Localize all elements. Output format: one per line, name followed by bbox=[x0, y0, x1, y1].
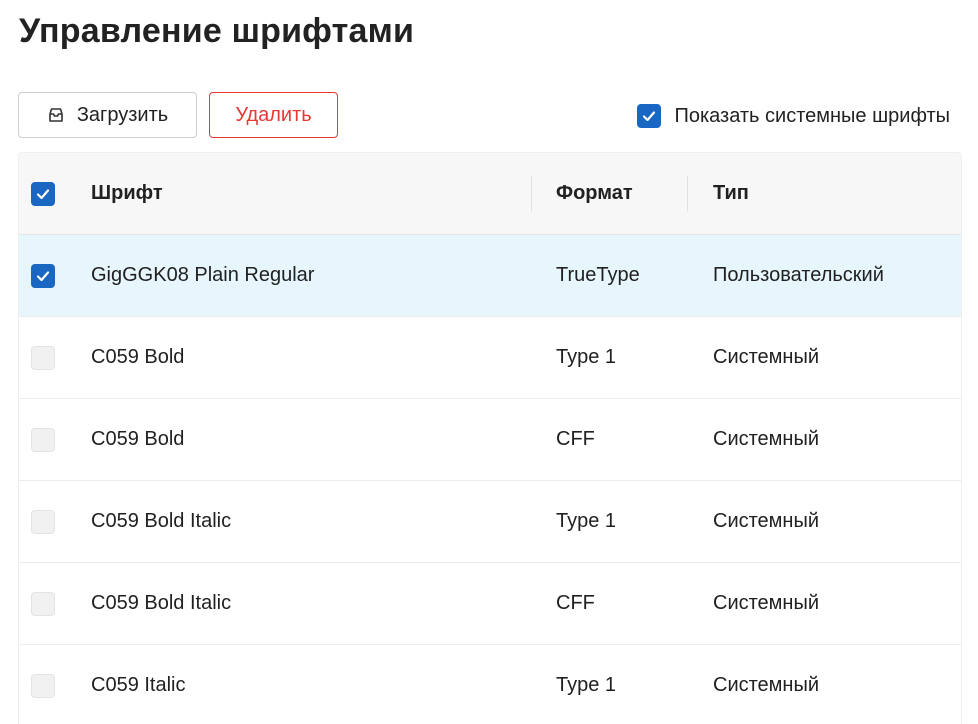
column-header-format[interactable]: Формат bbox=[556, 153, 686, 234]
column-divider[interactable] bbox=[687, 176, 688, 212]
table-header-row: Шрифт Формат Тип bbox=[19, 153, 961, 235]
table-row[interactable]: C059 Bold Italic Type 1 Системный bbox=[19, 481, 961, 563]
select-all-checkbox[interactable] bbox=[31, 181, 55, 206]
fonts-table: Шрифт Формат Тип GigGGK08 Plain Regular … bbox=[18, 152, 962, 724]
font-type-cell: Пользовательский bbox=[713, 264, 884, 286]
table-row[interactable]: C059 Bold Type 1 Системный bbox=[19, 317, 961, 399]
table-row[interactable]: GigGGK08 Plain Regular TrueType Пользова… bbox=[19, 235, 961, 317]
font-format-cell: Type 1 bbox=[556, 674, 617, 696]
font-format-cell: Type 1 bbox=[556, 510, 617, 532]
font-type-cell: Системный bbox=[713, 592, 820, 614]
row-checkbox[interactable] bbox=[31, 345, 55, 370]
delete-button[interactable]: Удалить bbox=[209, 92, 338, 138]
table-row[interactable]: C059 Italic Type 1 Системный bbox=[19, 645, 961, 724]
font-manager-page: Управление шрифтами Загрузить Удалить По… bbox=[0, 0, 978, 724]
toolbar: Загрузить Удалить Показать системные шри… bbox=[18, 92, 950, 140]
table-row[interactable]: C059 Bold Italic CFF Системный bbox=[19, 563, 961, 645]
row-checkbox[interactable] bbox=[31, 509, 55, 534]
show-system-fonts-label: Показать системные шрифты bbox=[674, 104, 950, 127]
row-checkbox[interactable] bbox=[31, 263, 55, 288]
column-header-name[interactable]: Шрифт bbox=[91, 153, 531, 234]
font-name-cell: C059 Bold Italic bbox=[91, 592, 232, 614]
font-name-cell: GigGGK08 Plain Regular bbox=[91, 264, 315, 286]
font-format-cell: CFF bbox=[556, 428, 595, 450]
font-name-cell: C059 Italic bbox=[91, 674, 186, 696]
font-name-cell: C059 Bold bbox=[91, 346, 185, 368]
row-checkbox[interactable] bbox=[31, 591, 55, 616]
font-name-cell: C059 Bold Italic bbox=[91, 510, 232, 532]
font-type-cell: Системный bbox=[713, 510, 820, 532]
upload-button[interactable]: Загрузить bbox=[18, 92, 197, 138]
font-type-cell: Системный bbox=[713, 346, 820, 368]
page-title: Управление шрифтами bbox=[19, 12, 415, 50]
upload-button-label: Загрузить bbox=[76, 103, 169, 126]
font-type-cell: Системный bbox=[713, 674, 820, 696]
checkmark-icon bbox=[643, 111, 656, 122]
delete-button-label: Удалить bbox=[235, 103, 312, 126]
font-type-cell: Системный bbox=[713, 428, 820, 450]
row-checkbox[interactable] bbox=[31, 427, 55, 452]
checkmark-icon bbox=[36, 188, 50, 199]
font-format-cell: Type 1 bbox=[556, 346, 617, 368]
font-format-cell: TrueType bbox=[556, 264, 640, 286]
row-checkbox[interactable] bbox=[31, 673, 55, 698]
font-format-cell: CFF bbox=[556, 592, 595, 614]
column-divider[interactable] bbox=[531, 176, 532, 212]
table-row[interactable]: C059 Bold CFF Системный bbox=[19, 399, 961, 481]
checkmark-icon bbox=[36, 270, 50, 281]
show-system-fonts-checkbox[interactable] bbox=[637, 104, 662, 128]
column-header-type[interactable]: Тип bbox=[713, 153, 953, 234]
font-name-cell: C059 Bold bbox=[91, 428, 185, 450]
upload-tray-icon bbox=[47, 106, 65, 124]
show-system-fonts-toggle[interactable]: Показать системные шрифты bbox=[637, 104, 950, 128]
